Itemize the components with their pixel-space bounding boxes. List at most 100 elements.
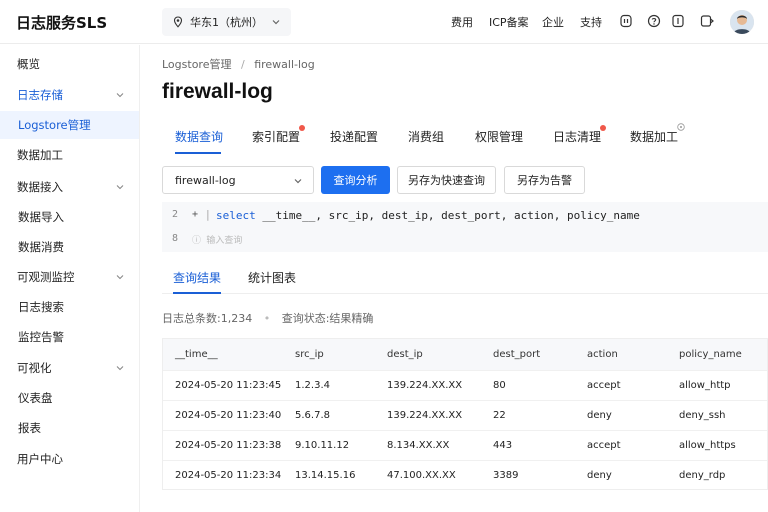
- logstore-select[interactable]: firewall-log: [162, 166, 314, 194]
- table-row[interactable]: 2024-05-20 11:23:40 5.6.7.8 139.224.XX.X…: [163, 401, 767, 431]
- tab-data-processing[interactable]: 数据加工: [630, 128, 678, 145]
- line-number: 2: [172, 209, 179, 220]
- nav-support[interactable]: 支持: [580, 14, 602, 30]
- column-header[interactable]: src_ip: [295, 349, 324, 360]
- new-badge: [299, 125, 305, 131]
- column-header[interactable]: dest_port: [493, 349, 540, 360]
- sidebar-item-dashboard[interactable]: 仪表盘: [0, 384, 139, 412]
- sidebar-item-alerts[interactable]: 监控告警: [0, 323, 139, 351]
- chevron-down-icon: [116, 93, 124, 98]
- info-icon: [677, 123, 685, 131]
- table-row[interactable]: 2024-05-20 11:23:45 1.2.3.4 139.224.XX.X…: [163, 371, 767, 401]
- tab-log-cleanup[interactable]: 日志清理: [553, 128, 601, 145]
- console-icon[interactable]: [699, 13, 715, 29]
- table-cell: 443: [493, 440, 513, 451]
- sidebar-item-label: 数据消费: [18, 240, 64, 254]
- notification-icon[interactable]: [618, 13, 634, 29]
- sidebar-item-data-import[interactable]: 数据导入: [0, 203, 139, 231]
- sidebar-item-overview[interactable]: 概览: [0, 50, 139, 78]
- nav-icp[interactable]: ICP备案: [489, 14, 529, 30]
- results-table: __time__ src_ip dest_ip dest_port action…: [162, 338, 768, 490]
- chevron-down-icon: [272, 20, 280, 25]
- stats-separator: •: [263, 312, 271, 325]
- table-row[interactable]: 2024-05-20 11:23:38 9.10.11.12 8.134.XX.…: [163, 431, 767, 461]
- query-keyword: select: [216, 209, 256, 222]
- column-header[interactable]: __time__: [175, 349, 218, 360]
- region-selector[interactable]: 华东1（杭州）: [162, 8, 291, 36]
- tab-statistics-chart[interactable]: 统计图表: [248, 269, 296, 286]
- sidebar-item-data-processing[interactable]: 数据加工: [0, 141, 139, 169]
- query-stats: 日志总条数:1,234 • 查询状态:结果精确: [162, 310, 373, 326]
- tab-query-results[interactable]: 查询结果: [173, 269, 221, 286]
- new-badge: [600, 125, 606, 131]
- chevron-down-icon: [294, 179, 302, 184]
- query-text[interactable]: select __time__, src_ip, dest_ip, dest_p…: [216, 209, 640, 222]
- tab-index-config[interactable]: 索引配置: [252, 128, 300, 145]
- column-header[interactable]: policy_name: [679, 349, 742, 360]
- table-cell: 9.10.11.12: [295, 440, 350, 451]
- chevron-down-icon: [116, 275, 124, 280]
- nav-billing[interactable]: 费用: [451, 14, 473, 30]
- table-cell: 2024-05-20 11:23:38: [175, 440, 282, 451]
- nav-enterprise[interactable]: 企业: [542, 14, 564, 30]
- table-cell: 5.6.7.8: [295, 410, 330, 421]
- tab-delivery-config[interactable]: 投递配置: [330, 128, 378, 145]
- sidebar-item-visualization[interactable]: 可视化: [0, 354, 139, 382]
- chevron-down-icon: [116, 366, 124, 371]
- breadcrumb-current: firewall-log: [254, 58, 315, 71]
- table-cell: 1.2.3.4: [295, 380, 330, 391]
- column-header[interactable]: action: [587, 349, 618, 360]
- page-title: firewall-log: [162, 80, 273, 103]
- line-number: 8: [172, 233, 179, 244]
- table-cell: accept: [587, 440, 621, 451]
- sidebar-item-observability[interactable]: 可观测监控: [0, 263, 139, 291]
- tab-permissions[interactable]: 权限管理: [475, 128, 523, 145]
- avatar-icon: [730, 10, 754, 34]
- user-avatar[interactable]: [730, 10, 754, 34]
- save-quick-query-button[interactable]: 另存为快速查询: [397, 166, 496, 194]
- table-row[interactable]: 2024-05-20 11:23:34 13.14.15.16 47.100.X…: [163, 461, 767, 491]
- logstore-select-value: firewall-log: [175, 173, 236, 187]
- editor-placeholder: ⓘ 输入查询: [192, 236, 243, 246]
- table-cell: 80: [493, 380, 506, 391]
- sidebar-item-label: 概览: [17, 57, 40, 71]
- sidebar-item-label: Logstore管理: [18, 118, 91, 132]
- sidebar-item-log-search[interactable]: 日志搜索: [0, 293, 139, 321]
- table-cell: 2024-05-20 11:23:45: [175, 380, 282, 391]
- document-icon[interactable]: [670, 13, 686, 29]
- top-header: 日志服务SLS 华东1（杭州） 费用 ICP备案 企业 支持: [0, 0, 768, 44]
- table-cell: allow_https: [679, 440, 736, 451]
- column-header[interactable]: dest_ip: [387, 349, 423, 360]
- sidebar-item-log-storage[interactable]: 日志存储: [0, 81, 139, 109]
- location-pin-icon: [173, 16, 183, 28]
- table-header: __time__ src_ip dest_ip dest_port action…: [163, 339, 767, 371]
- query-status: 查询状态:结果精确: [281, 312, 374, 325]
- active-tab-indicator: [175, 152, 221, 154]
- sidebar-item-data-consumption[interactable]: 数据消费: [0, 233, 139, 261]
- table-cell: deny: [587, 410, 612, 421]
- table-cell: 139.224.XX.XX: [387, 380, 463, 391]
- tab-data-query[interactable]: 数据查询: [175, 128, 223, 145]
- save-as-alert-button[interactable]: 另存为告警: [504, 166, 585, 194]
- sidebar-item-logstore-management[interactable]: Logstore管理: [0, 111, 139, 139]
- breadcrumb-separator: /: [240, 58, 245, 71]
- line-separator: |: [206, 208, 210, 221]
- table-cell: deny: [587, 470, 612, 481]
- sidebar-item-label: 日志搜索: [18, 300, 64, 314]
- table-cell: 47.100.XX.XX: [387, 470, 456, 481]
- table-cell: 13.14.15.16: [295, 470, 356, 481]
- sidebar-item-label: 可视化: [17, 361, 52, 375]
- table-cell: deny_ssh: [679, 410, 726, 421]
- table-cell: 3389: [493, 470, 519, 481]
- query-editor[interactable]: 2 + | select __time__, src_ip, dest_ip, …: [162, 202, 768, 252]
- product-logo[interactable]: 日志服务SLS: [16, 12, 107, 33]
- sidebar-item-data-ingestion[interactable]: 数据接入: [0, 173, 139, 201]
- tab-consumer-group[interactable]: 消费组: [408, 128, 444, 145]
- query-analyze-button[interactable]: 查询分析: [321, 166, 390, 194]
- breadcrumb-parent[interactable]: Logstore管理: [162, 58, 231, 71]
- table-cell: accept: [587, 380, 621, 391]
- table-cell: 22: [493, 410, 506, 421]
- sidebar-item-reports[interactable]: 报表: [0, 414, 139, 442]
- sidebar-item-user-center[interactable]: 用户中心: [0, 445, 139, 473]
- help-icon[interactable]: [646, 13, 662, 29]
